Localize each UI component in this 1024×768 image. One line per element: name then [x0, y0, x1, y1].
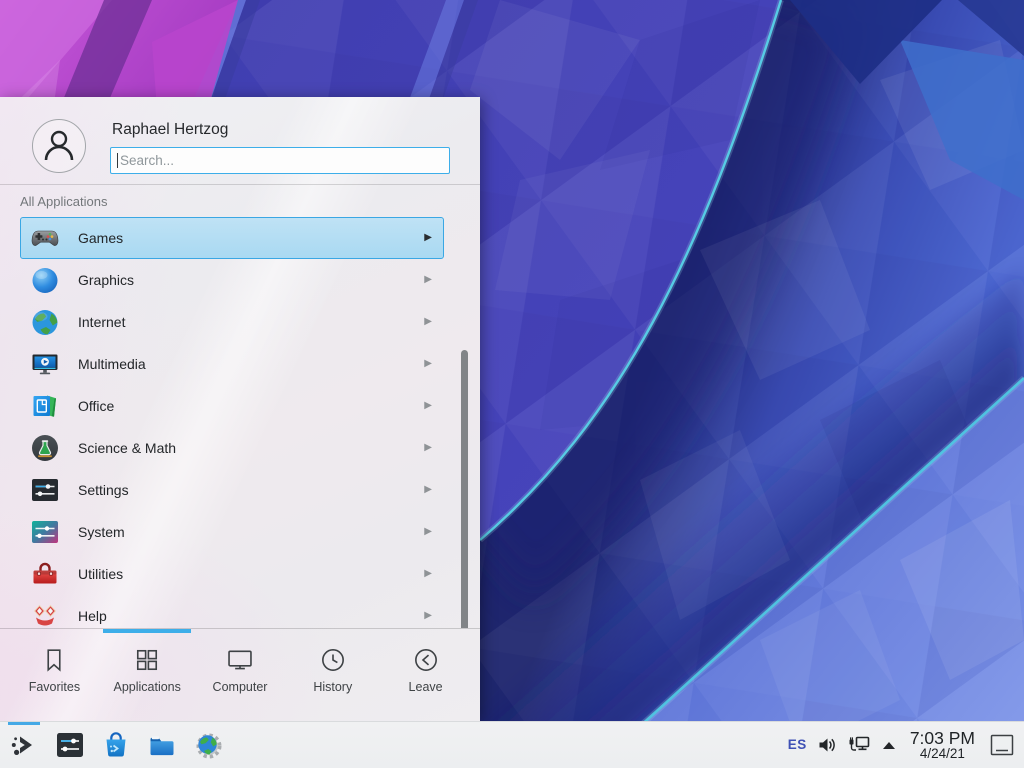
list-scrollbar[interactable]: [461, 350, 468, 628]
web-browser-launcher[interactable]: [190, 722, 226, 768]
graphics-icon: [29, 264, 61, 296]
file-manager-launcher[interactable]: [144, 722, 180, 768]
utilities-icon: [29, 558, 61, 590]
category-label: Games: [78, 230, 424, 246]
search-input[interactable]: [110, 147, 450, 174]
discover-icon: [100, 729, 132, 761]
category-item-games[interactable]: Games ▶: [20, 217, 444, 259]
multimedia-icon: [29, 348, 61, 380]
discover-launcher[interactable]: [98, 722, 134, 768]
submenu-arrow-icon: ▶: [424, 527, 432, 537]
clock-time: 7:03 PM: [910, 729, 975, 747]
launcher-tab-bar: Favorites Applications Computer: [0, 628, 480, 721]
volume-icon[interactable]: [816, 734, 838, 756]
category-label: Utilities: [78, 566, 424, 582]
category-label: Help: [78, 608, 424, 624]
user-name: Raphael Hertzog: [112, 121, 450, 139]
digital-clock[interactable]: 7:03 PM 4/24/21: [910, 729, 975, 762]
submenu-arrow-icon: ▶: [424, 443, 432, 453]
tab-label: Favorites: [29, 680, 80, 694]
category-label: Internet: [78, 314, 424, 330]
active-launcher-indicator: [8, 722, 40, 725]
tab-computer[interactable]: Computer: [194, 629, 287, 721]
help-icon: [29, 600, 61, 628]
category-item-utilities[interactable]: Utilities ▶: [20, 553, 444, 595]
bookmark-icon: [39, 645, 69, 675]
tab-label: History: [313, 680, 352, 694]
category-item-graphics[interactable]: Graphics ▶: [20, 259, 444, 301]
tab-label: Applications: [113, 680, 180, 694]
submenu-arrow-icon: ▶: [424, 359, 432, 369]
category-item-system[interactable]: System ▶: [20, 511, 444, 553]
tab-label: Leave: [409, 680, 443, 694]
category-item-science[interactable]: Science & Math ▶: [20, 427, 444, 469]
category-label: Graphics: [78, 272, 424, 288]
system-settings-icon: [54, 729, 86, 761]
app-launcher-icon: [8, 729, 40, 761]
office-icon: [29, 390, 61, 422]
monitor-icon: [225, 645, 255, 675]
text-caret: [117, 153, 118, 168]
web-browser-icon: [192, 729, 224, 761]
category-item-settings[interactable]: Settings ▶: [20, 469, 444, 511]
file-manager-icon: [146, 729, 178, 761]
expand-tray-icon[interactable]: [881, 739, 897, 751]
taskbar-launchers: [0, 722, 226, 768]
show-desktop-icon[interactable]: [988, 732, 1016, 758]
section-label: All Applications: [20, 194, 480, 210]
category-label: Science & Math: [78, 440, 424, 456]
tab-applications[interactable]: Applications: [101, 629, 194, 721]
user-avatar[interactable]: [32, 119, 86, 173]
tab-leave[interactable]: Leave: [379, 629, 472, 721]
submenu-arrow-icon: ▶: [424, 569, 432, 579]
clock-icon: [318, 645, 348, 675]
grid-icon: [132, 645, 162, 675]
application-launcher-popup: Raphael Hertzog All Applications: [0, 97, 480, 721]
desktop: Raphael Hertzog All Applications: [0, 0, 1024, 768]
category-list: Games ▶ Graphics ▶: [0, 217, 480, 628]
system-settings-launcher[interactable]: [52, 722, 88, 768]
games-icon: [29, 222, 61, 254]
category-label: Multimedia: [78, 356, 424, 372]
network-icon[interactable]: [847, 734, 872, 756]
launcher-header: Raphael Hertzog: [0, 97, 480, 185]
category-label: Office: [78, 398, 424, 414]
category-item-help[interactable]: Help ▶: [20, 595, 444, 628]
tab-history[interactable]: History: [286, 629, 379, 721]
submenu-arrow-icon: ▶: [424, 233, 432, 243]
submenu-arrow-icon: ▶: [424, 317, 432, 327]
active-tab-indicator: [103, 629, 191, 633]
application-launcher-button[interactable]: [6, 722, 42, 768]
tab-label: Computer: [213, 680, 268, 694]
system-tray: ES 7:03 PM 4/24/21: [788, 729, 1024, 762]
settings-icon: [29, 474, 61, 506]
taskbar-panel: ES 7:03 PM 4/24/21: [0, 721, 1024, 768]
internet-icon: [29, 306, 61, 338]
submenu-arrow-icon: ▶: [424, 275, 432, 285]
submenu-arrow-icon: ▶: [424, 485, 432, 495]
category-label: Settings: [78, 482, 424, 498]
science-icon: [29, 432, 61, 464]
clock-date: 4/24/21: [920, 747, 965, 761]
leave-icon: [411, 645, 441, 675]
category-item-office[interactable]: Office ▶: [20, 385, 444, 427]
keyboard-layout-indicator[interactable]: ES: [788, 737, 807, 752]
category-item-multimedia[interactable]: Multimedia ▶: [20, 343, 444, 385]
user-icon: [33, 120, 85, 172]
tab-favorites[interactable]: Favorites: [8, 629, 101, 721]
submenu-arrow-icon: ▶: [424, 401, 432, 411]
system-icon: [29, 516, 61, 548]
category-label: System: [78, 524, 424, 540]
submenu-arrow-icon: ▶: [424, 611, 432, 621]
category-item-internet[interactable]: Internet ▶: [20, 301, 444, 343]
